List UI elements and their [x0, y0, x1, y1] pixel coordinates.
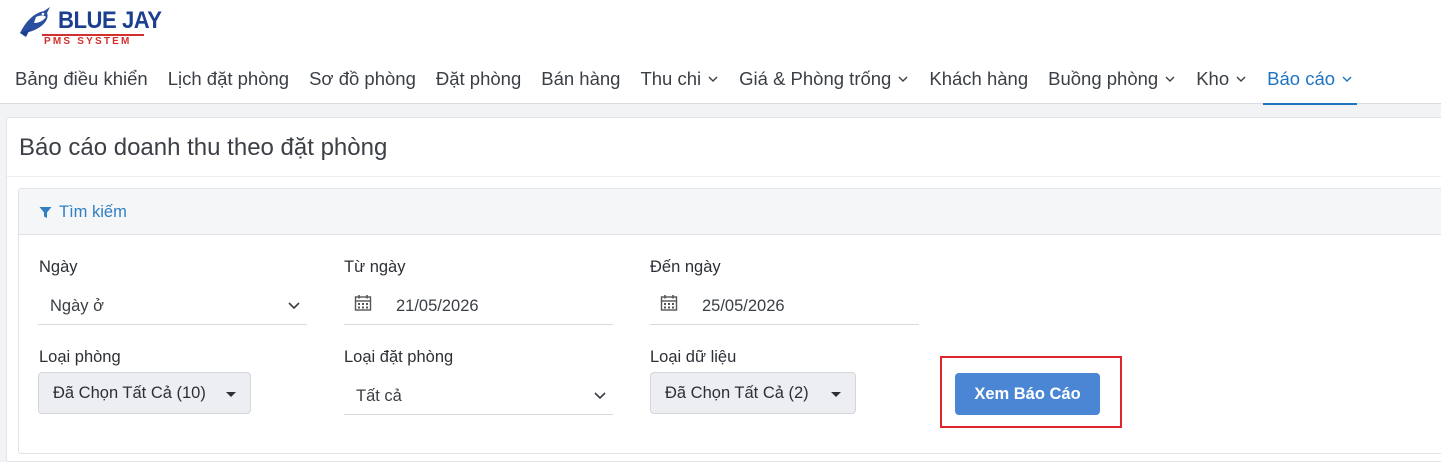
- caret-down-icon: [226, 392, 236, 397]
- booking-type-label: Loại đặt phòng: [344, 348, 454, 366]
- nav-item-dashboard[interactable]: Bảng điều khiển: [0, 60, 158, 104]
- nav-item-booking-calendar[interactable]: Lịch đặt phòng: [158, 60, 299, 104]
- from-date-field[interactable]: 21/05/2026: [344, 287, 613, 325]
- nav-item-label: Thu chi: [640, 68, 702, 89]
- data-type-multiselect[interactable]: Đã Chọn Tất Cả (2): [650, 372, 856, 414]
- to-date-value: 25/05/2026: [702, 297, 785, 315]
- from-date-label: Từ ngày: [344, 258, 406, 276]
- booking-type-select[interactable]: Tất cả: [344, 377, 613, 415]
- nav-item-room-map[interactable]: Sơ đồ phòng: [299, 60, 426, 104]
- nav-item-label: Buồng phòng: [1048, 68, 1159, 89]
- data-type-value: Đã Chọn Tất Cả (2): [665, 384, 809, 402]
- nav-item-reports[interactable]: Báo cáo: [1257, 60, 1363, 105]
- filter-icon: [39, 207, 52, 218]
- chevron-down-icon: [708, 76, 718, 82]
- nav-item-inventory[interactable]: Kho: [1186, 60, 1257, 104]
- chevron-down-icon: [898, 76, 908, 82]
- nav-item-income-expense[interactable]: Thu chi: [630, 60, 729, 104]
- caret-down-icon: [831, 392, 841, 397]
- room-type-multiselect[interactable]: Đã Chọn Tất Cả (10): [38, 372, 251, 414]
- nav-item-rates-availability[interactable]: Giá & Phòng trống: [729, 60, 919, 104]
- search-panel-title: Tìm kiếm: [59, 203, 127, 221]
- nav-item-sales[interactable]: Bán hàng: [531, 60, 630, 104]
- chevron-down-icon: [594, 392, 606, 400]
- room-type-label: Loại phòng: [39, 348, 121, 366]
- chevron-down-icon: [1165, 76, 1175, 82]
- nav-item-label: Báo cáo: [1267, 68, 1336, 89]
- calendar-icon: [354, 295, 372, 311]
- chevron-down-icon: [1236, 76, 1246, 82]
- page-title: Báo cáo doanh thu theo đặt phòng: [19, 134, 388, 161]
- nav-item-label: Bán hàng: [541, 68, 621, 89]
- to-date-label: Đến ngày: [650, 258, 721, 276]
- calendar-icon: [660, 295, 678, 311]
- data-type-label: Loại dữ liệu: [650, 348, 737, 366]
- nav-item-label: Đặt phòng: [435, 68, 522, 89]
- search-panel-header[interactable]: Tìm kiếm: [19, 189, 1441, 235]
- nav-item-housekeeping[interactable]: Buồng phòng: [1038, 60, 1186, 104]
- room-type-value: Đã Chọn Tất Cả (10): [53, 384, 206, 402]
- divider: [7, 176, 1441, 177]
- chevron-down-icon: [1342, 76, 1352, 82]
- chevron-down-icon: [288, 302, 300, 310]
- nav-item-label: Sơ đồ phòng: [309, 68, 416, 89]
- to-date-field[interactable]: 25/05/2026: [650, 287, 919, 325]
- view-report-button[interactable]: Xem Báo Cáo: [955, 373, 1100, 415]
- booking-type-value: Tất cả: [356, 387, 402, 405]
- date-type-select[interactable]: Ngày ở: [38, 287, 307, 325]
- date-type-value: Ngày ở: [50, 297, 104, 315]
- nav-item-booking[interactable]: Đặt phòng: [426, 60, 531, 104]
- top-bar: BLUE JAY PMS SYSTEM Bảng điều khiển Lịch…: [0, 0, 1441, 105]
- nav-item-label: Bảng điều khiển: [15, 68, 148, 89]
- main-nav: Bảng điều khiển Lịch đặt phòng Sơ đồ phò…: [0, 60, 1363, 105]
- from-date-value: 21/05/2026: [396, 297, 479, 315]
- logo-subtitle: PMS SYSTEM: [44, 36, 132, 47]
- nav-item-label: Giá & Phòng trống: [739, 68, 892, 89]
- logo-brand: BLUE JAY: [58, 7, 162, 34]
- nav-item-label: Khách hàng: [929, 68, 1029, 89]
- nav-item-customers[interactable]: Khách hàng: [919, 60, 1038, 104]
- blue-jay-logo[interactable]: BLUE JAY PMS SYSTEM: [16, 3, 162, 49]
- nav-item-label: Lịch đặt phòng: [167, 68, 290, 89]
- nav-item-label: Kho: [1196, 68, 1230, 89]
- date-type-label: Ngày: [39, 258, 78, 276]
